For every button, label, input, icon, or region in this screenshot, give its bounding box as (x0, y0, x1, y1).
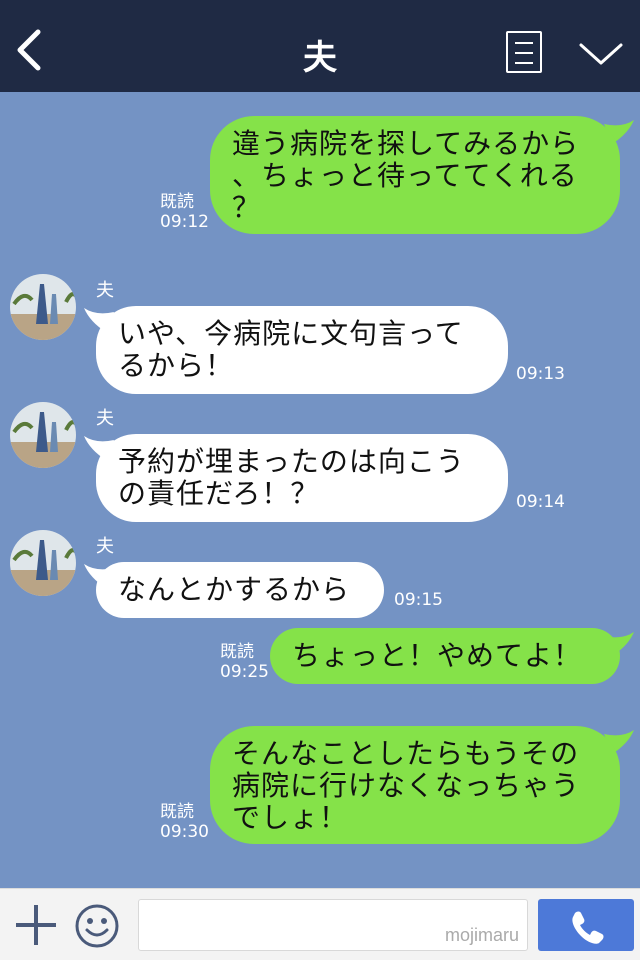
avatar[interactable] (10, 274, 76, 340)
avatar[interactable] (10, 530, 76, 596)
read-receipt: 既読 09:12 (160, 192, 209, 232)
chat-title: 夫 (303, 38, 337, 78)
call-button[interactable] (538, 899, 634, 951)
timestamp: 09:15 (394, 590, 443, 610)
avatar-image (10, 530, 76, 596)
phone-icon (572, 911, 604, 944)
chat-header: 夫 (0, 0, 640, 92)
watermark: mojimaru (444, 925, 519, 945)
sender-name: 夫 (96, 408, 114, 429)
message-bubble[interactable]: そんなことしたらもうその 病院に行けなくなっちゃう でしょ！ (210, 726, 620, 844)
read-receipt: 既読 09:30 (160, 802, 209, 842)
sender-name: 夫 (96, 536, 114, 557)
input-bar: mojimaru (0, 888, 640, 960)
plus-icon[interactable] (14, 903, 58, 947)
avatar[interactable] (10, 402, 76, 468)
message-input[interactable]: mojimaru (138, 899, 528, 951)
message-bubble[interactable]: ちょっと！やめてよ！ (270, 628, 620, 684)
timestamp: 09:13 (516, 364, 565, 384)
menu-icon[interactable] (506, 31, 542, 73)
sender-name: 夫 (96, 280, 114, 301)
message-bubble[interactable]: いや、今病院に文句言って るから！ (96, 306, 508, 394)
message-bubble[interactable]: なんとかするから (96, 562, 384, 618)
message-bubble[interactable]: 予約が埋まったのは向こう の責任だろ！？ (96, 434, 508, 522)
avatar-image (10, 402, 76, 468)
avatar-image (10, 274, 76, 340)
message-list[interactable]: 既読 09:12 違う病院を探してみるから 、ちょっと待っててくれる？ 夫 いや、今… (0, 92, 640, 888)
read-receipt: 既読 09:25 (220, 642, 269, 682)
message-bubble[interactable]: 違う病院を探してみるから 、ちょっと待っててくれる？ (210, 116, 620, 234)
emoji-icon[interactable] (74, 903, 120, 949)
chevron-down-icon[interactable] (578, 40, 624, 68)
timestamp: 09:14 (516, 492, 565, 512)
